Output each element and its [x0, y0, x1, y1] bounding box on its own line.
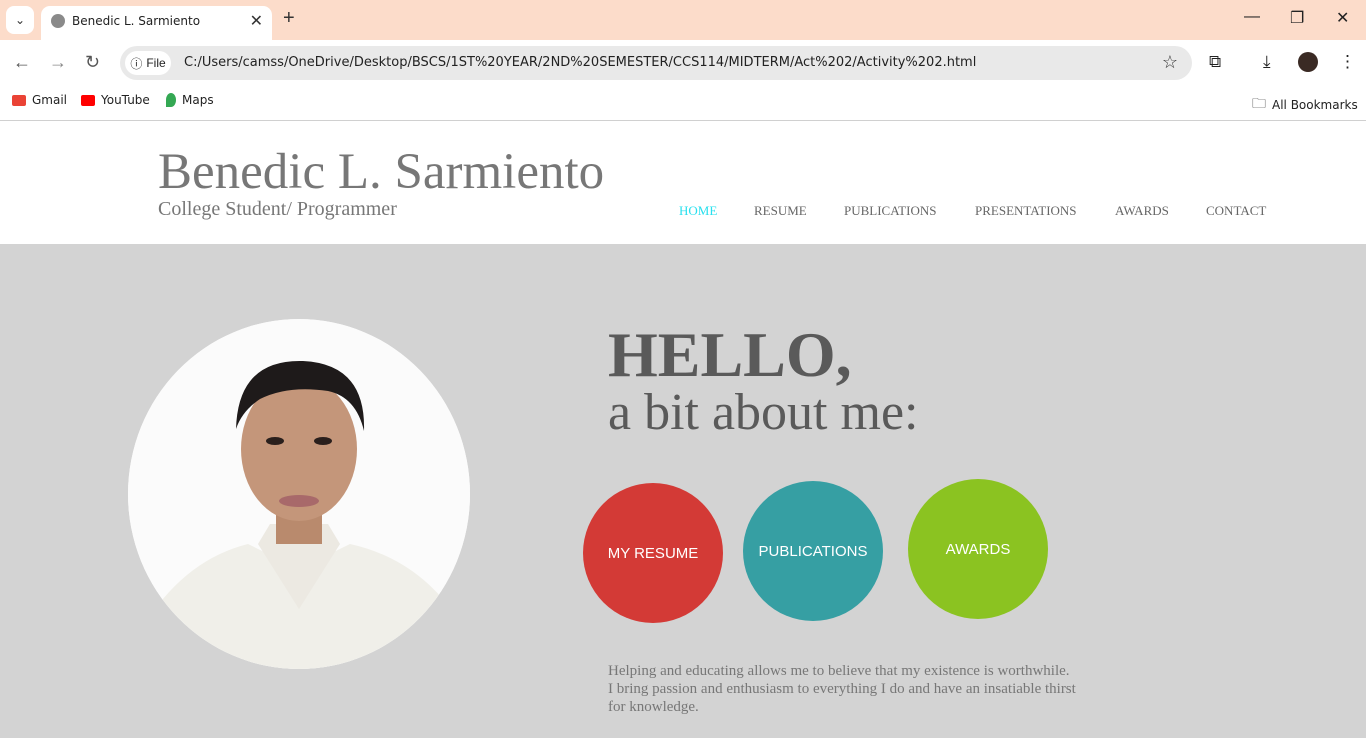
forward-icon[interactable]: → — [49, 52, 67, 73]
address-bar[interactable]: ⓘ File C:/Users/camss/OneDrive/Desktop/B… — [120, 46, 1192, 80]
browser-tab[interactable]: Benedic L. Sarmiento ✕ — [41, 6, 272, 40]
nav-contact[interactable]: CONTACT — [1206, 203, 1266, 219]
bookmark-label: Maps — [182, 93, 214, 107]
site-tagline: College Student/ Programmer — [158, 198, 397, 220]
chevron-down-icon: ⌄ — [14, 13, 26, 27]
hello-heading: HELLO, — [608, 319, 852, 390]
url-text: C:/Users/camss/OneDrive/Desktop/BSCS/1ST… — [184, 55, 977, 70]
download-icon[interactable]: ⤓ — [1263, 52, 1271, 72]
nav-home[interactable]: HOME — [679, 203, 717, 219]
reload-icon[interactable]: ↻ — [85, 52, 100, 73]
my-resume-label: MY RESUME — [607, 544, 699, 562]
tab-search-button[interactable]: ⌄ — [6, 6, 34, 34]
all-bookmarks-label: All Bookmarks — [1272, 98, 1358, 112]
about-subheading: a bit about me: — [608, 384, 919, 441]
close-tab-icon[interactable]: ✕ — [250, 11, 263, 31]
nav-awards[interactable]: AWARDS — [1115, 203, 1169, 219]
publications-button[interactable]: PUBLICATIONS — [743, 481, 883, 621]
site-header: Benedic L. Sarmiento College Student/ Pr… — [0, 121, 1366, 244]
back-icon[interactable]: ← — [13, 52, 31, 73]
info-icon: ⓘ — [130, 56, 143, 71]
my-resume-button[interactable]: MY RESUME — [583, 483, 723, 623]
new-tab-button[interactable]: + — [283, 7, 295, 30]
restore-icon[interactable]: ❐ — [1290, 8, 1304, 28]
browser-toolbar: ← → ↻ ⓘ File C:/Users/camss/OneDrive/Des… — [0, 40, 1366, 86]
nav-presentations[interactable]: PRESENTATIONS — [975, 203, 1077, 219]
nav-publications[interactable]: PUBLICATIONS — [844, 203, 936, 219]
awards-button[interactable]: AWARDS — [908, 479, 1048, 619]
bookmark-gmail[interactable]: Gmail — [12, 93, 67, 107]
bookmark-maps[interactable]: Maps — [166, 93, 214, 107]
bookmark-label: Gmail — [32, 93, 68, 107]
all-bookmarks[interactable]: 🗀 All Bookmarks — [1252, 93, 1358, 117]
file-chip-label: File — [146, 56, 166, 70]
tab-title: Benedic L. Sarmiento — [72, 14, 201, 28]
bookmark-youtube[interactable]: YouTube — [81, 93, 150, 107]
site-info-chip[interactable]: ⓘ File — [125, 51, 171, 75]
gmail-icon — [12, 94, 26, 106]
bookmark-star-icon[interactable]: ☆ — [1162, 52, 1178, 73]
profile-photo — [128, 319, 470, 669]
bookmark-label: YouTube — [101, 93, 150, 107]
extensions-icon[interactable]: ⧉ — [1209, 52, 1221, 72]
tab-strip: ⌄ Benedic L. Sarmiento ✕ + — ❐ ✕ — [0, 0, 1366, 40]
awards-label: AWARDS — [945, 540, 1011, 558]
nav-resume[interactable]: RESUME — [754, 203, 807, 219]
youtube-icon — [81, 94, 95, 106]
site-title: Benedic L. Sarmiento — [158, 144, 605, 200]
close-window-icon[interactable]: ✕ — [1336, 8, 1349, 28]
minimize-icon[interactable]: — — [1244, 8, 1260, 26]
publications-label: PUBLICATIONS — [758, 542, 868, 560]
folder-icon: 🗀 — [1252, 96, 1266, 112]
profile-avatar[interactable] — [1298, 52, 1318, 72]
portrait-illustration — [128, 319, 470, 669]
bookmarks-bar: Gmail YouTube Maps 🗀 All Bookmarks — [0, 86, 1366, 121]
globe-icon — [51, 14, 65, 28]
maps-icon — [166, 93, 176, 107]
menu-dots-icon[interactable]: ⋮ — [1339, 52, 1356, 72]
bio-text: Helping and educating allows me to belie… — [608, 663, 1076, 715]
